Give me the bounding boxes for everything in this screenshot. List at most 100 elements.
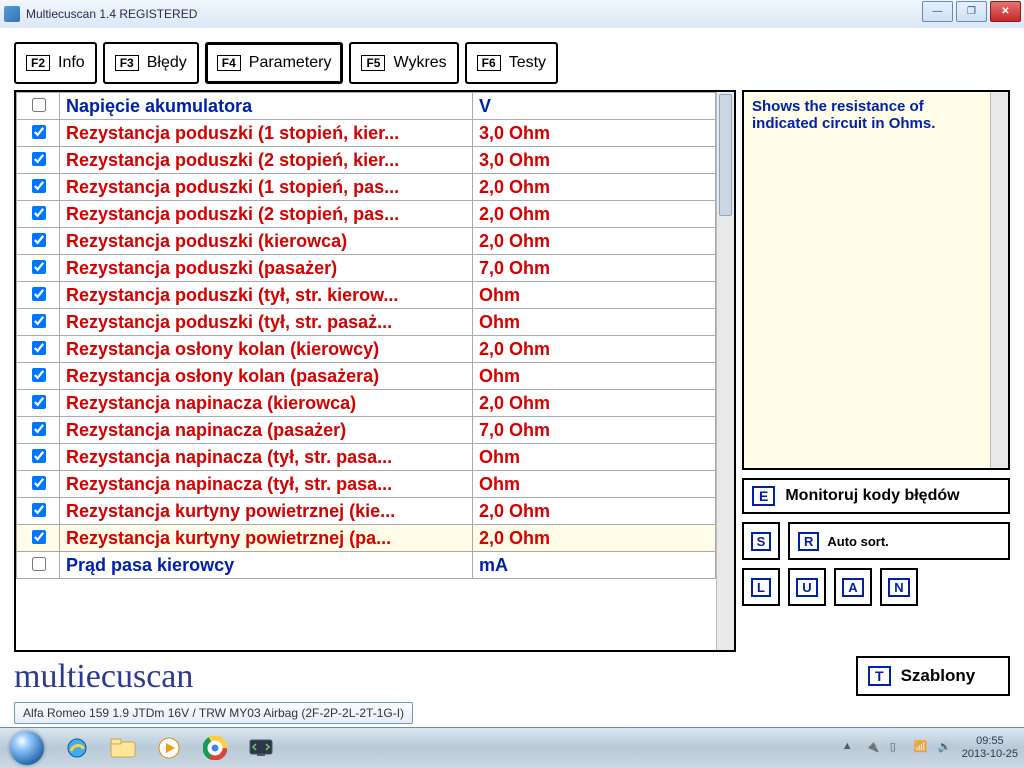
- parameter-row[interactable]: Rezystancja napinacza (tył, str. pasa...…: [17, 471, 716, 498]
- parameter-name: Rezystancja kurtyny powietrznej (pa...: [60, 525, 473, 552]
- parameter-checkbox[interactable]: [32, 287, 46, 301]
- parameter-name: Napięcie akumulatora: [60, 93, 473, 120]
- parameter-name: Rezystancja napinacza (tył, str. pasa...: [60, 471, 473, 498]
- tab-błędy[interactable]: F3Błędy: [103, 42, 199, 84]
- parameter-scrollbar[interactable]: [716, 92, 734, 650]
- parameter-checkbox[interactable]: [32, 125, 46, 139]
- parameter-value: 2,0 Ohm: [473, 498, 716, 525]
- taskbar-clock[interactable]: 09:55 2013-10-25: [962, 735, 1018, 761]
- parameter-row[interactable]: Rezystancja napinacza (tył, str. pasa...…: [17, 444, 716, 471]
- parameter-row[interactable]: Rezystancja poduszki (2 stopień, pas...2…: [17, 201, 716, 228]
- parameter-checkbox[interactable]: [32, 368, 46, 382]
- parameter-value: 2,0 Ohm: [473, 228, 716, 255]
- parameter-row[interactable]: Rezystancja kurtyny powietrznej (kie...2…: [17, 498, 716, 525]
- main-tabs: F2InfoF3BłędyF4ParameteryF5WykresF6Testy: [0, 28, 1024, 84]
- parameter-row[interactable]: Rezystancja poduszki (1 stopień, kier...…: [17, 120, 716, 147]
- parameter-checkbox[interactable]: [32, 179, 46, 193]
- u-button[interactable]: U: [788, 568, 826, 606]
- parameter-row[interactable]: Rezystancja poduszki (tył, str. pasaż...…: [17, 309, 716, 336]
- parameter-checkbox[interactable]: [32, 260, 46, 274]
- tab-info[interactable]: F2Info: [14, 42, 97, 84]
- minimize-button[interactable]: —: [922, 1, 953, 22]
- taskbar-app-icon[interactable]: [240, 732, 282, 764]
- parameter-name: Rezystancja osłony kolan (kierowcy): [60, 336, 473, 363]
- parameter-value: 3,0 Ohm: [473, 147, 716, 174]
- tab-parametery[interactable]: F4Parametery: [205, 42, 344, 84]
- windows-taskbar[interactable]: ▲ 🔌 ▯ 📶 🔊 09:55 2013-10-25: [0, 727, 1024, 768]
- parameter-checkbox[interactable]: [32, 395, 46, 409]
- parameter-checkbox[interactable]: [32, 233, 46, 247]
- parameter-checkbox[interactable]: [32, 98, 46, 112]
- tray-power-icon[interactable]: 🔌: [866, 740, 882, 756]
- taskbar-explorer-icon[interactable]: [102, 732, 144, 764]
- parameter-name: Rezystancja poduszki (kierowca): [60, 228, 473, 255]
- info-scrollbar[interactable]: [990, 92, 1008, 468]
- parameter-row[interactable]: Rezystancja poduszki (kierowca)2,0 Ohm: [17, 228, 716, 255]
- parameter-value: 2,0 Ohm: [473, 390, 716, 417]
- l-button[interactable]: L: [742, 568, 780, 606]
- parameter-name: Rezystancja napinacza (tył, str. pasa...: [60, 444, 473, 471]
- parameter-name: Prąd pasa kierowcy: [60, 552, 473, 579]
- parameter-value: mA: [473, 552, 716, 579]
- close-button[interactable]: ✕: [990, 1, 1021, 22]
- tab-testy[interactable]: F6Testy: [465, 42, 558, 84]
- parameter-value: V: [473, 93, 716, 120]
- vehicle-info-bar[interactable]: Alfa Romeo 159 1.9 JTDm 16V / TRW MY03 A…: [14, 702, 413, 724]
- a-button[interactable]: A: [834, 568, 872, 606]
- parameter-row[interactable]: Rezystancja poduszki (tył, str. kierow..…: [17, 282, 716, 309]
- parameter-checkbox[interactable]: [32, 314, 46, 328]
- parameter-checkbox[interactable]: [32, 206, 46, 220]
- parameter-name: Rezystancja napinacza (kierowca): [60, 390, 473, 417]
- taskbar-chrome-icon[interactable]: [194, 732, 236, 764]
- parameter-row[interactable]: Rezystancja poduszki (1 stopień, pas...2…: [17, 174, 716, 201]
- n-button[interactable]: N: [880, 568, 918, 606]
- parameter-row[interactable]: Rezystancja poduszki (pasażer)7,0 Ohm: [17, 255, 716, 282]
- parameter-row[interactable]: Rezystancja osłony kolan (kierowcy)2,0 O…: [17, 336, 716, 363]
- templates-button[interactable]: T Szablony: [856, 656, 1010, 696]
- auto-sort-button[interactable]: R Auto sort.: [788, 522, 1010, 560]
- parameter-value: Ohm: [473, 444, 716, 471]
- tray-battery-icon[interactable]: ▯: [890, 740, 906, 756]
- parameter-name: Rezystancja napinacza (pasażer): [60, 417, 473, 444]
- brand-logo: multiecuscan: [14, 656, 193, 696]
- parameter-value: 7,0 Ohm: [473, 417, 716, 444]
- tray-flag-icon[interactable]: ▲: [842, 740, 858, 756]
- parameter-checkbox[interactable]: [32, 530, 46, 544]
- parameter-value: Ohm: [473, 282, 716, 309]
- parameter-name: Rezystancja osłony kolan (pasażera): [60, 363, 473, 390]
- app-icon: [4, 6, 20, 22]
- parameter-checkbox[interactable]: [32, 152, 46, 166]
- parameter-value: 2,0 Ohm: [473, 174, 716, 201]
- parameter-checkbox[interactable]: [32, 449, 46, 463]
- parameter-checkbox[interactable]: [32, 557, 46, 571]
- parameter-row[interactable]: Prąd pasa kierowcymA: [17, 552, 716, 579]
- parameter-name: Rezystancja kurtyny powietrznej (kie...: [60, 498, 473, 525]
- s-button[interactable]: S: [742, 522, 780, 560]
- parameter-row[interactable]: Rezystancja kurtyny powietrznej (pa...2,…: [17, 525, 716, 552]
- start-button[interactable]: [0, 728, 54, 768]
- maximize-button[interactable]: ❐: [956, 1, 987, 22]
- tab-wykres[interactable]: F5Wykres: [349, 42, 458, 84]
- parameter-value: 7,0 Ohm: [473, 255, 716, 282]
- monitor-errors-button[interactable]: E Monitoruj kody błędów: [742, 478, 1010, 514]
- parameter-row[interactable]: Rezystancja napinacza (kierowca)2,0 Ohm: [17, 390, 716, 417]
- tray-volume-icon[interactable]: 🔊: [938, 740, 954, 756]
- parameter-name: Rezystancja poduszki (2 stopień, pas...: [60, 201, 473, 228]
- parameter-row[interactable]: Rezystancja napinacza (pasażer)7,0 Ohm: [17, 417, 716, 444]
- parameter-table: Napięcie akumulatoraVRezystancja poduszk…: [16, 92, 716, 579]
- parameter-value: 2,0 Ohm: [473, 336, 716, 363]
- parameter-row[interactable]: Rezystancja osłony kolan (pasażera) Ohm: [17, 363, 716, 390]
- tray-network-icon[interactable]: 📶: [914, 740, 930, 756]
- parameter-checkbox[interactable]: [32, 476, 46, 490]
- parameter-checkbox[interactable]: [32, 422, 46, 436]
- parameter-row[interactable]: Rezystancja poduszki (2 stopień, kier...…: [17, 147, 716, 174]
- taskbar-ie-icon[interactable]: [56, 732, 98, 764]
- parameter-checkbox[interactable]: [32, 503, 46, 517]
- parameter-value: Ohm: [473, 309, 716, 336]
- info-panel: Shows the resistance of indicated circui…: [742, 90, 1010, 470]
- taskbar-wmp-icon[interactable]: [148, 732, 190, 764]
- parameter-checkbox[interactable]: [32, 341, 46, 355]
- parameter-row[interactable]: Napięcie akumulatoraV: [17, 93, 716, 120]
- parameter-name: Rezystancja poduszki (tył, str. pasaż...: [60, 309, 473, 336]
- parameter-value: 3,0 Ohm: [473, 120, 716, 147]
